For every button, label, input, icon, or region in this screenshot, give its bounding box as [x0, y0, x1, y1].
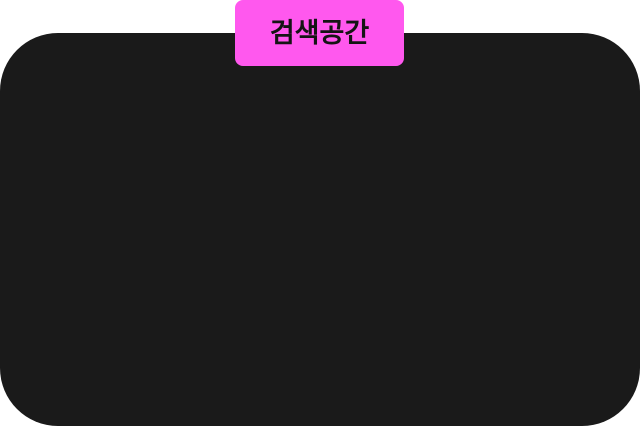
screen: 검색공간 [0, 0, 640, 426]
search-space-tag: 검색공간 [235, 0, 404, 66]
search-space-tag-label: 검색공간 [269, 17, 370, 49]
search-space-panel[interactable] [0, 33, 640, 426]
